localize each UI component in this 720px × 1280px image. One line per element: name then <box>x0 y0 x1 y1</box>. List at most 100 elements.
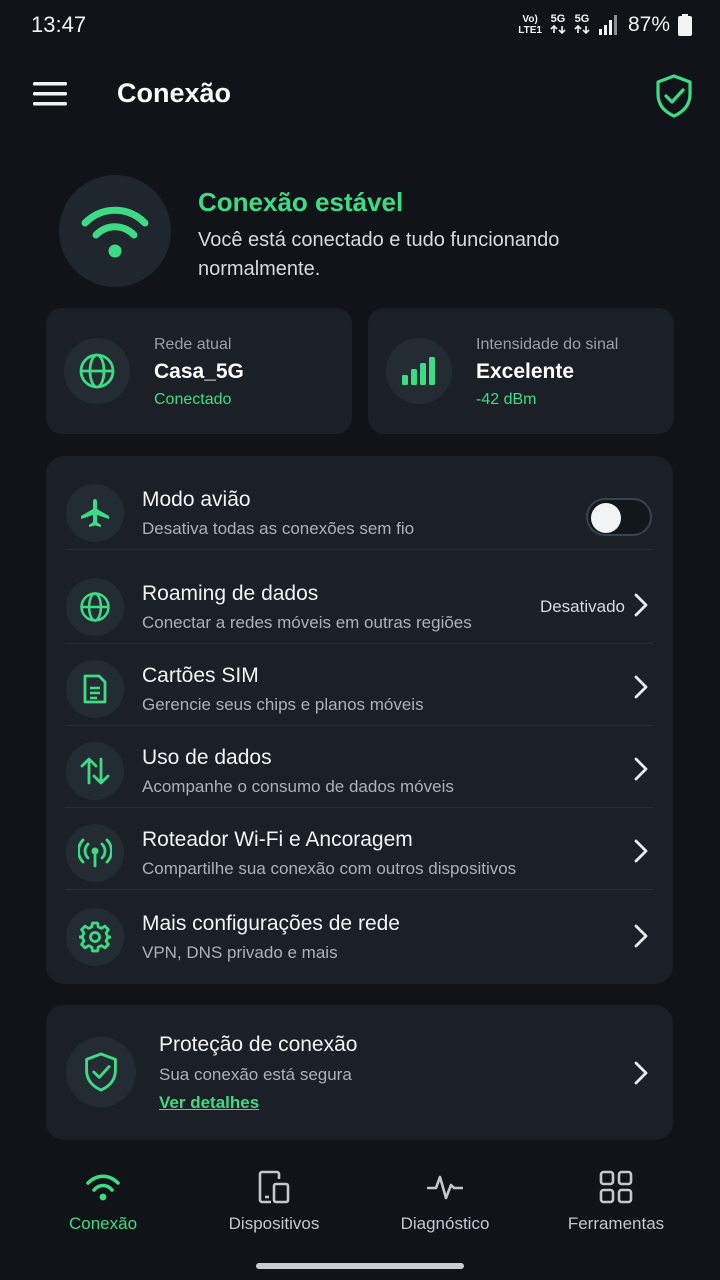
cell-signal-icon <box>598 15 617 35</box>
row-title: Cartões SIM <box>142 664 259 687</box>
info-icon-circle <box>64 338 130 404</box>
status-title: Conexão estável <box>198 187 404 217</box>
row-subtitle: Compartilhe sua conexão com outros dispo… <box>142 859 517 878</box>
data-arrows-icon <box>550 24 566 34</box>
toggle-knob <box>591 503 621 533</box>
row-title: Modo avião <box>142 488 251 511</box>
volte-top: Vo) <box>522 14 538 25</box>
nav-tab-conexao[interactable]: Conexão <box>18 1160 188 1240</box>
chevron-right-icon <box>634 757 648 781</box>
nav-icon <box>531 1168 701 1206</box>
home-indicator[interactable] <box>256 1263 464 1269</box>
row-subtitle: VPN, DNS privado e mais <box>142 943 338 962</box>
status-icon-circle <box>59 175 171 287</box>
row-title: Mais configurações de rede <box>142 912 400 935</box>
row-icon-circle <box>66 908 124 966</box>
protection-subtitle: Sua conexão está segura <box>159 1065 352 1084</box>
nav-tab-diagnostico[interactable]: Diagnóstico <box>360 1160 530 1240</box>
pulse-icon <box>427 1175 463 1200</box>
row-icon-circle <box>66 824 124 882</box>
wifi-icon <box>86 1174 120 1201</box>
info-label: Intensidade do sinal <box>476 336 619 353</box>
settings-row-more-network[interactable]: Mais configurações de rede VPN, DNS priv… <box>46 890 673 980</box>
settings-list: Modo avião Desativa todas as conexões se… <box>46 456 673 984</box>
globe-icon <box>80 592 110 622</box>
row-subtitle: Conectar a redes móveis em outras regiõe… <box>142 613 472 632</box>
settings-row-data-roaming[interactable]: Roaming de dados Conectar a redes móveis… <box>46 562 673 644</box>
nav-tab-ferramentas[interactable]: Ferramentas <box>531 1160 701 1240</box>
volte-indicator: Vo) LTE1 <box>518 14 542 36</box>
nav-label: Diagnóstico <box>400 1214 490 1233</box>
chevron-right-icon <box>634 839 648 863</box>
status-bar: 13:47 Vo) LTE1 5G 5G 87% <box>0 0 720 52</box>
connection-protection-card[interactable]: Proteção de conexão Sua conexão está seg… <box>46 1005 673 1140</box>
signal-bars-icon <box>402 357 435 385</box>
volte-bottom: LTE1 <box>518 25 542 36</box>
menu-button[interactable] <box>24 72 76 116</box>
settings-row-hotspot[interactable]: Roteador Wi-Fi e Ancoragem Compartilhe s… <box>46 808 673 890</box>
chevron-right-icon <box>634 1061 648 1085</box>
roaming-status-value: Desativado <box>539 597 625 616</box>
settings-row-data-usage[interactable]: Uso de dados Acompanhe o consumo de dado… <box>46 726 673 808</box>
chevron-right-icon <box>634 924 648 948</box>
net2-label: 5G <box>574 12 590 25</box>
page-title: Conexão <box>117 78 232 108</box>
nav-tab-dispositivos[interactable]: Dispositivos <box>189 1160 359 1240</box>
shield-check-icon <box>656 74 692 118</box>
row-title: Uso de dados <box>142 746 272 769</box>
info-icon-circle <box>386 338 452 404</box>
airplane-mode-toggle[interactable] <box>586 498 652 536</box>
settings-row-airplane-mode[interactable]: Modo avião Desativa todas as conexões se… <box>46 460 673 550</box>
status-icons: Vo) LTE1 5G 5G 87% <box>518 10 692 40</box>
info-value: Casa_5G <box>154 360 244 383</box>
data-arrows-icon <box>574 24 590 34</box>
current-network-card[interactable]: Rede atual Casa_5G Conectado <box>46 308 352 434</box>
row-subtitle: Acompanhe o consumo de dados móveis <box>142 777 454 796</box>
shield-check-icon <box>85 1052 117 1092</box>
settings-row-sim-cards[interactable]: Cartões SIM Gerencie seus chips e planos… <box>46 644 673 726</box>
sim-card-icon <box>83 674 107 704</box>
nav-label: Ferramentas <box>567 1214 665 1233</box>
globe-icon <box>79 353 115 389</box>
protection-icon-circle <box>66 1037 136 1107</box>
row-title: Roteador Wi-Fi e Ancoragem <box>142 828 413 851</box>
connection-status: Conexão estável Você está conectado e tu… <box>46 170 676 295</box>
status-description: Você está conectado e tudo funcionando n… <box>198 229 560 280</box>
view-details-link[interactable]: Ver detalhes <box>159 1093 259 1113</box>
chevron-right-icon <box>634 593 648 617</box>
nav-label: Conexão <box>68 1214 138 1233</box>
divider <box>66 549 653 550</box>
battery-percent: 87% <box>627 13 670 36</box>
row-icon-circle <box>66 660 124 718</box>
chevron-right-icon <box>634 675 648 699</box>
info-label: Rede atual <box>154 336 232 353</box>
hamburger-menu-icon <box>33 82 67 106</box>
wifi-icon <box>81 206 149 258</box>
row-title: Roaming de dados <box>142 582 319 605</box>
info-sub: -42 dBm <box>476 391 537 408</box>
app-bar: Conexão <box>0 52 720 140</box>
gear-icon <box>79 921 111 953</box>
security-button[interactable] <box>648 70 700 122</box>
info-sub: Conectado <box>154 391 232 408</box>
row-icon-circle <box>66 742 124 800</box>
airplane-icon <box>81 499 109 527</box>
nav-icon <box>360 1168 530 1206</box>
info-value: Excelente <box>476 360 575 383</box>
status-time: 13:47 <box>31 12 87 37</box>
net1-label: 5G <box>550 12 566 25</box>
data-transfer-icon <box>80 757 110 785</box>
row-icon-circle <box>66 484 124 542</box>
protection-title: Proteção de conexão <box>159 1033 358 1056</box>
row-subtitle: Gerencie seus chips e planos móveis <box>142 695 424 714</box>
hotspot-icon <box>78 838 112 868</box>
grid-icon <box>599 1170 633 1204</box>
network-5g-2: 5G <box>574 12 590 37</box>
nav-icon <box>18 1168 188 1206</box>
row-subtitle: Desativa todas as conexões sem fio <box>142 519 415 538</box>
battery-icon <box>678 14 692 36</box>
network-5g-1: 5G <box>550 12 566 37</box>
nav-label: Dispositivos <box>228 1214 320 1233</box>
signal-strength-card[interactable]: Intensidade do sinal Excelente -42 dBm <box>368 308 674 434</box>
bottom-navigation: Conexão Dispositivos Diagnóstico Ferrame… <box>0 1160 720 1240</box>
